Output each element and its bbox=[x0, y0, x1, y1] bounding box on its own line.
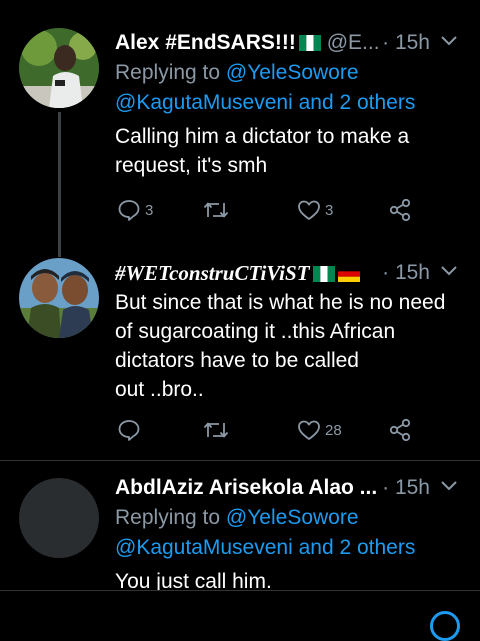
retweet-icon bbox=[203, 202, 229, 218]
tweet-text-line: out ..bro.. bbox=[115, 378, 204, 401]
avatar[interactable] bbox=[19, 28, 99, 108]
avatar-photo bbox=[19, 28, 99, 108]
replying-label: Replying to bbox=[115, 506, 226, 529]
retweet-button[interactable] bbox=[203, 195, 233, 225]
retweet-icon bbox=[203, 422, 229, 438]
replying-to: Replying to @YeleSowore bbox=[115, 58, 460, 88]
mention-link[interactable]: @YeleSowore bbox=[226, 506, 359, 529]
tweet-2[interactable]: #WETconstruCTiViST · 15h But since that … bbox=[0, 250, 480, 460]
chevron-down-icon[interactable] bbox=[438, 260, 460, 282]
retweet-button[interactable] bbox=[203, 415, 233, 445]
bottom-bar bbox=[0, 590, 480, 641]
display-name[interactable]: #WETconstruCTiViST bbox=[115, 261, 310, 285]
action-bar: 3 3 bbox=[117, 195, 417, 225]
like-count: 28 bbox=[325, 421, 342, 439]
replying-to: Replying to @YeleSowore bbox=[115, 503, 460, 533]
tweet-header: AbdlAziz Arisekola Alao ... · 15h bbox=[115, 473, 460, 503]
like-button[interactable]: 28 bbox=[297, 415, 342, 445]
tweet-text-line: But since that is what he is no need bbox=[115, 291, 446, 314]
reply-icon bbox=[118, 200, 140, 221]
heart-icon bbox=[298, 200, 320, 220]
nigeria-flag-icon bbox=[298, 30, 321, 51]
timestamp[interactable]: · 15h bbox=[378, 258, 430, 288]
heart-icon bbox=[298, 420, 320, 440]
mention-others-link[interactable]: @KagutaMuseveni and 2 others bbox=[115, 533, 460, 563]
reply-button[interactable]: 3 bbox=[117, 195, 153, 225]
share-icon bbox=[389, 418, 411, 442]
germany-flag-icon bbox=[337, 261, 360, 282]
tweet-1[interactable]: Alex #EndSARS!!! @E... · 15h Replying to… bbox=[0, 0, 480, 250]
tweet-text-line: request, it's smh bbox=[115, 154, 268, 177]
reply-count: 3 bbox=[145, 201, 154, 219]
tweet-text-line: dictators have to be called bbox=[115, 349, 359, 372]
tweet-text: Calling him a dictator to make a request… bbox=[115, 122, 460, 180]
timestamp[interactable]: · 15h bbox=[378, 28, 430, 58]
tweet-text-line: of sugarcoating it ..this African bbox=[115, 320, 396, 343]
tweet-header: Alex #EndSARS!!! @E... · 15h bbox=[115, 28, 460, 58]
tweet-header: #WETconstruCTiViST · 15h bbox=[115, 258, 460, 288]
user-handle[interactable]: @E... bbox=[327, 31, 380, 54]
action-bar: 28 bbox=[117, 415, 417, 445]
timestamp[interactable]: · 15h bbox=[378, 473, 430, 503]
tweet-text: But since that is what he is no need of … bbox=[115, 288, 460, 404]
share-button[interactable] bbox=[387, 415, 413, 445]
tweet-text-line: Calling him a dictator to make a bbox=[115, 125, 410, 148]
avatar[interactable] bbox=[19, 478, 99, 558]
like-button[interactable]: 3 bbox=[297, 195, 333, 225]
mention-others-link[interactable]: @KagutaMuseveni and 2 others bbox=[115, 88, 460, 118]
chevron-down-icon[interactable] bbox=[438, 30, 460, 52]
display-name[interactable]: Alex #EndSARS!!! bbox=[115, 31, 296, 54]
avatar-photo bbox=[19, 258, 99, 338]
nigeria-flag-icon bbox=[312, 261, 335, 282]
reply-icon bbox=[118, 420, 140, 441]
chevron-down-icon[interactable] bbox=[438, 475, 460, 497]
compose-button[interactable] bbox=[430, 611, 460, 641]
avatar[interactable] bbox=[19, 258, 99, 338]
like-count: 3 bbox=[325, 201, 334, 219]
reply-button[interactable] bbox=[117, 415, 145, 445]
replying-label: Replying to bbox=[115, 61, 226, 84]
mention-link[interactable]: @YeleSowore bbox=[226, 61, 359, 84]
share-icon bbox=[389, 198, 411, 222]
share-button[interactable] bbox=[387, 195, 413, 225]
display-name[interactable]: AbdlAziz Arisekola Alao ... bbox=[115, 476, 377, 499]
